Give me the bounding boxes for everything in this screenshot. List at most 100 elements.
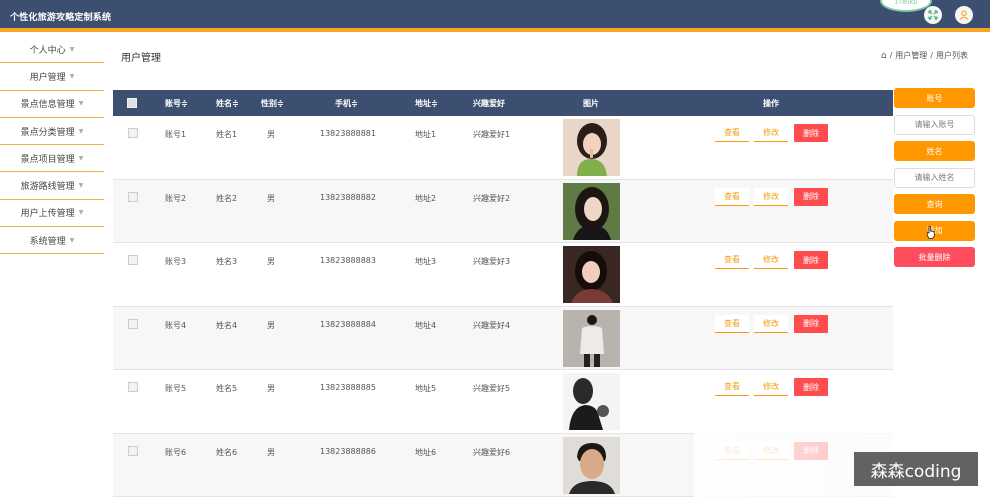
user-photo [563,436,620,494]
name-search-input[interactable]: 请输入姓名 [894,167,975,188]
cell-hobby: 兴趣爱好2 [473,193,511,203]
view-button[interactable]: 查看 [715,251,749,269]
user-photo [563,182,620,240]
select-all-checkbox[interactable] [127,98,137,108]
sidebar-item-label: 旅游路线管理 [20,182,75,193]
account-search-input[interactable]: 请输入账号 [894,114,975,135]
cell-address: 地址4 [415,320,437,330]
table-row: 账号4 姓名4 男 13823888884 地址4 兴趣爱好4 查看 修改 删除 [113,306,893,370]
cell-address: 地址5 [415,384,437,393]
cell-address: 地址3 [415,257,437,266]
cell-address: 地址1 [415,130,437,139]
sidebar-item-user-management[interactable]: 用户管理 ▼ [0,63,104,91]
column-header-hobby: 兴趣爱好 [473,99,505,108]
sidebar-item-attraction-project[interactable]: 景点项目管理 ▼ [0,145,104,173]
cell-hobby: 兴趣爱好6 [473,447,511,457]
sidebar-item-label: 个人中心 [29,45,66,56]
sidebar-item-attraction-info[interactable]: 景点信息管理 ▼ [0,91,104,118]
sidebar-item-label: 景点分类管理 [20,127,75,138]
column-header-phone[interactable]: 手机≑ [335,98,358,109]
sidebar-item-personal-center[interactable]: 个人中心 ▼ [0,36,104,64]
row-checkbox[interactable] [128,382,138,392]
cell-account: 账号6 [165,447,187,457]
sidebar-item-label: 系统管理 [29,236,66,247]
cell-phone: 13823888882 [320,192,376,202]
row-checkbox[interactable] [128,445,138,456]
chevron-down-icon: ▼ [78,154,84,162]
home-icon[interactable]: ⌂ [881,51,887,61]
row-checkbox[interactable] [128,191,138,202]
chevron-down-icon: ▼ [78,209,84,217]
cell-phone: 13823888881 [320,129,376,138]
column-header-name[interactable]: 姓名≑ [216,98,239,109]
user-photo [563,246,620,303]
delete-button[interactable]: 删除 [794,124,828,142]
user-photo [563,119,620,176]
table-row: 账号2 姓名2 男 13823888882 地址2 兴趣爱好2 查看 修改 删除 [113,179,893,243]
row-checkbox[interactable] [128,255,138,265]
mouse-pointer-icon [926,226,936,239]
cell-account: 账号4 [165,320,187,330]
cell-phone: 13823888883 [320,256,376,265]
user-avatar-icon[interactable] [955,6,973,24]
cell-name: 姓名3 [216,257,238,266]
cell-account: 账号2 [165,193,187,203]
search-button[interactable]: 查询 [894,194,975,214]
name-label: 姓名 [894,141,975,161]
edit-button[interactable]: 修改 [754,124,788,142]
sidebar-item-attraction-category[interactable]: 景点分类管理 ▼ [0,118,104,146]
column-header-gender[interactable]: 性别≑ [261,98,284,109]
breadcrumb-item[interactable]: 用户管理 [895,50,927,61]
cell-gender: 男 [267,384,275,393]
breadcrumb-item: 用户列表 [936,51,968,60]
watermark: 森森coding [854,452,978,486]
edit-button[interactable]: 修改 [754,314,788,333]
view-button[interactable]: 查看 [715,314,749,333]
sidebar-item-user-upload[interactable]: 用户上传管理 ▼ [0,200,104,228]
delete-button[interactable]: 删除 [794,378,828,396]
batch-delete-button[interactable]: 批量删除 [894,247,975,267]
table-row: 账号5 姓名5 男 13823888885 地址5 兴趣爱好5 查看 修改 删除 [113,370,893,434]
cell-gender: 男 [267,257,275,266]
column-header-address[interactable]: 地址≑ [415,98,438,109]
top-bar: 个性化旅游攻略定制系统 1785Kb [0,0,990,32]
cell-phone: 13823888886 [320,446,376,456]
cell-hobby: 兴趣爱好5 [473,384,511,393]
column-header-account[interactable]: 账号≑ [165,98,188,109]
cell-gender: 男 [267,130,275,139]
edit-button[interactable]: 修改 [754,187,788,206]
cell-name: 姓名4 [216,320,238,330]
view-button[interactable]: 查看 [715,187,749,206]
sidebar-item-travel-route[interactable]: 旅游路线管理 ▼ [0,172,104,200]
column-header-actions: 操作 [763,99,779,108]
chevron-down-icon: ▼ [69,72,75,80]
page-title: 用户管理 [121,53,161,64]
view-button[interactable]: 查看 [715,124,749,142]
cell-phone: 13823888885 [320,383,376,392]
edit-button[interactable]: 修改 [754,378,788,396]
chevron-down-icon: ▼ [78,100,84,108]
chevron-down-icon: ▼ [69,45,75,53]
user-photo [563,309,620,367]
chevron-down-icon: ▼ [69,236,75,244]
delete-button[interactable]: 删除 [794,187,828,206]
cell-account: 账号5 [165,384,187,393]
edit-button[interactable]: 修改 [754,251,788,269]
chevron-down-icon: ▼ [78,182,84,190]
row-checkbox[interactable] [128,318,138,329]
column-header-photo: 图片 [583,99,599,108]
chevron-down-icon: ▼ [78,127,84,135]
sidebar-item-label: 景点信息管理 [20,100,75,111]
breadcrumb: ⌂ / 用户管理 / 用户列表 [881,50,968,61]
view-button[interactable]: 查看 [715,378,749,396]
cell-name: 姓名1 [216,130,238,139]
breadcrumb-separator: / [930,51,933,60]
delete-button[interactable]: 删除 [794,251,828,269]
delete-button[interactable]: 删除 [794,314,828,333]
search-panel: 账号 请输入账号 姓名 请输入姓名 查询 添加 批量删除 [894,88,975,274]
row-checkbox[interactable] [128,128,138,138]
fullscreen-icon[interactable] [924,6,942,24]
sidebar-item-system[interactable]: 系统管理 ▼ [0,227,104,255]
cell-phone: 13823888884 [320,319,376,329]
cell-account: 账号1 [165,130,187,139]
